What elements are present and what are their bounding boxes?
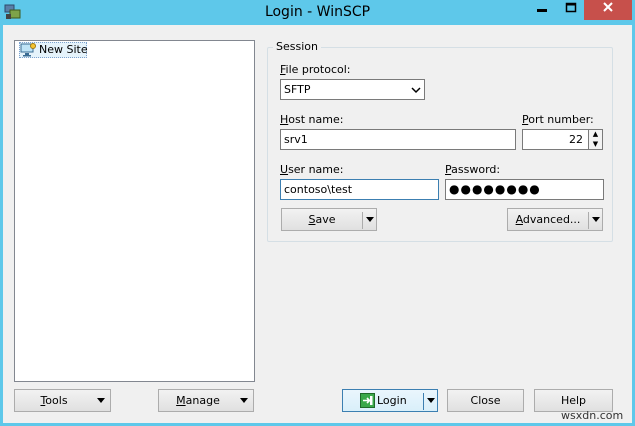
manage-button-label: Manage bbox=[176, 394, 220, 407]
host-name-input[interactable]: srv1 bbox=[280, 129, 516, 150]
spin-up-icon[interactable]: ▲ bbox=[589, 130, 602, 139]
split-divider bbox=[588, 212, 589, 229]
computer-icon bbox=[20, 42, 36, 58]
maximize-icon bbox=[565, 2, 576, 13]
file-protocol-value: SFTP bbox=[284, 83, 311, 96]
file-protocol-label: File protocol: bbox=[280, 63, 351, 76]
close-button[interactable]: Close bbox=[447, 389, 524, 412]
watermark-text: wsxdn.com bbox=[561, 409, 624, 422]
minimize-button[interactable] bbox=[527, 0, 557, 20]
minimize-icon bbox=[537, 9, 547, 12]
login-icon bbox=[360, 393, 375, 408]
dropdown-arrow-icon[interactable] bbox=[366, 217, 374, 222]
close-icon bbox=[603, 2, 613, 12]
user-name-label: User name: bbox=[280, 163, 344, 176]
save-button-label: Save bbox=[308, 213, 336, 226]
split-divider bbox=[423, 393, 424, 410]
user-name-input[interactable]: contoso\test bbox=[280, 179, 439, 200]
maximize-button[interactable] bbox=[557, 0, 584, 20]
password-label: Password: bbox=[445, 163, 501, 176]
close-window-button[interactable] bbox=[584, 0, 632, 20]
advanced-button[interactable]: Advanced... bbox=[507, 208, 603, 231]
session-group-legend: Session bbox=[273, 40, 321, 54]
dropdown-arrow-icon[interactable] bbox=[97, 398, 105, 403]
site-tree-item-label: New Site bbox=[39, 43, 88, 56]
port-number-label: Port number: bbox=[522, 113, 594, 126]
login-button[interactable]: Login bbox=[342, 389, 438, 412]
password-input[interactable]: ●●●●●●●● bbox=[445, 179, 604, 200]
save-button[interactable]: Save bbox=[281, 208, 377, 231]
dropdown-arrow-icon[interactable] bbox=[427, 398, 435, 403]
login-button-label: Login bbox=[377, 394, 407, 407]
split-divider bbox=[362, 212, 363, 229]
tools-button[interactable]: Tools bbox=[14, 389, 111, 412]
dropdown-arrow-icon[interactable] bbox=[592, 217, 600, 222]
dropdown-arrow-icon[interactable] bbox=[240, 398, 248, 403]
chevron-down-icon[interactable] bbox=[410, 84, 422, 96]
host-name-label: Host name: bbox=[280, 113, 344, 126]
advanced-button-label: Advanced... bbox=[515, 213, 581, 226]
site-tree[interactable] bbox=[14, 40, 255, 382]
manage-button[interactable]: Manage bbox=[158, 389, 254, 412]
spin-down-icon[interactable]: ▼ bbox=[589, 140, 602, 149]
file-protocol-select[interactable]: SFTP bbox=[280, 79, 425, 100]
port-number-input[interactable]: 22 bbox=[522, 129, 589, 150]
port-spinner[interactable]: ▲ ▼ bbox=[588, 129, 603, 150]
tools-button-label: Tools bbox=[40, 394, 68, 407]
